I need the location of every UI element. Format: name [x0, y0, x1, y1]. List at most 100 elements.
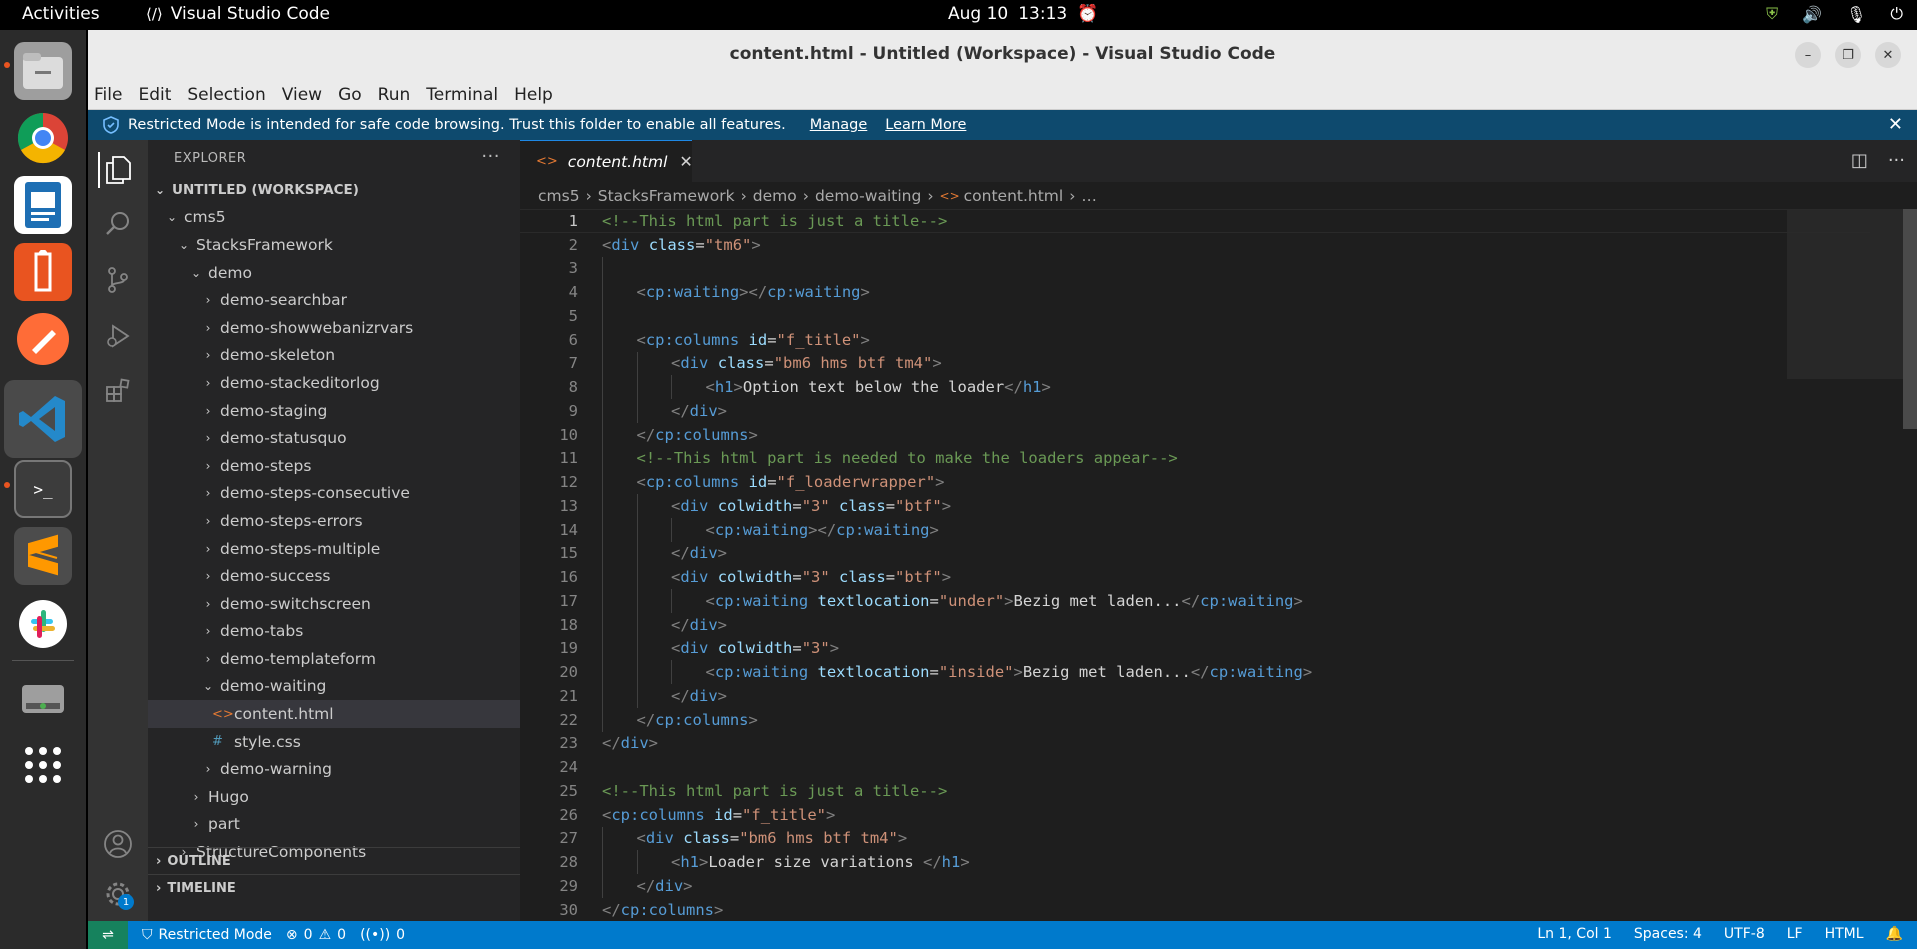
menu-run[interactable]: Run: [378, 85, 411, 105]
breadcrumb-item[interactable]: StacksFramework: [598, 187, 735, 205]
code-token: id: [748, 330, 768, 349]
minimize-button[interactable]: –: [1795, 42, 1821, 68]
code-text: </div>: [637, 877, 693, 895]
split-editor-icon[interactable]: ◫: [1851, 150, 1868, 171]
sublime-text-icon[interactable]: [14, 527, 72, 585]
indentation[interactable]: Spaces: 4: [1634, 926, 1702, 942]
folder-item[interactable]: › demo-success: [148, 562, 520, 590]
menu-view[interactable]: View: [282, 85, 322, 105]
chrome-app-icon[interactable]: [14, 109, 72, 167]
menu-help[interactable]: Help: [514, 85, 553, 105]
close-window-button[interactable]: ✕: [1875, 42, 1901, 68]
more-actions-icon[interactable]: ···: [481, 146, 500, 167]
run-debug-icon[interactable]: [100, 318, 136, 354]
breadcrumb-item[interactable]: content.html: [964, 187, 1064, 205]
outline-section[interactable]: › OUTLINE: [148, 847, 520, 874]
folder-item[interactable]: › demo-searchbar: [148, 286, 520, 314]
tab-content-html[interactable]: <> content.html ✕: [520, 140, 693, 182]
window-titlebar[interactable]: content.html - Untitled (Workspace) - Vi…: [88, 30, 1917, 80]
vscode-app-icon[interactable]: [4, 380, 82, 458]
code-token: <: [671, 496, 681, 515]
folder-item[interactable]: › demo-tabs: [148, 618, 520, 646]
ports-status[interactable]: ((•)) 0: [360, 927, 405, 943]
code-token: div: [680, 496, 709, 515]
folder-item[interactable]: › demo-templateform: [148, 645, 520, 673]
manage-link[interactable]: Manage: [810, 117, 868, 133]
folder-item[interactable]: › demo-skeleton: [148, 342, 520, 370]
breadcrumb-item[interactable]: cms5: [538, 187, 580, 205]
breadcrumb-item[interactable]: demo: [753, 187, 797, 205]
folder-item[interactable]: › demo-stackeditorlog: [148, 369, 520, 397]
folder-item[interactable]: ⌄ demo-waiting: [148, 673, 520, 701]
indent-guide: [602, 256, 603, 281]
slack-app-icon[interactable]: [14, 595, 72, 653]
app-menu[interactable]: ⟨/⟩ Visual Studio Code: [146, 4, 330, 24]
libreoffice-writer-icon[interactable]: [14, 176, 72, 234]
folder-item[interactable]: › demo-steps-errors: [148, 507, 520, 535]
timeline-section[interactable]: › TIMELINE: [148, 874, 520, 901]
language-mode[interactable]: HTML: [1825, 926, 1864, 942]
files-app-icon[interactable]: [14, 42, 72, 100]
end-of-line[interactable]: LF: [1787, 926, 1803, 942]
folder-item[interactable]: › demo-showwebanizrvars: [148, 314, 520, 342]
accounts-icon[interactable]: [100, 826, 136, 862]
breadcrumb-item[interactable]: demo-waiting: [815, 187, 921, 205]
show-applications-icon[interactable]: [14, 736, 72, 794]
menu-go[interactable]: Go: [338, 85, 362, 105]
breadcrumb-item[interactable]: …: [1081, 187, 1097, 205]
terminal-app-icon[interactable]: >_: [14, 460, 72, 518]
activities-button[interactable]: Activities: [22, 4, 100, 24]
folder-item[interactable]: › demo-steps-multiple: [148, 535, 520, 563]
postman-app-icon[interactable]: [14, 310, 72, 368]
folder-item[interactable]: › demo-steps: [148, 452, 520, 480]
folder-item[interactable]: › demo-warning: [148, 755, 520, 783]
menu-file[interactable]: File: [94, 85, 122, 105]
folder-item[interactable]: ⌄ StacksFramework: [148, 231, 520, 259]
folder-item[interactable]: › demo-statusquo: [148, 424, 520, 452]
restore-button[interactable]: ❐: [1835, 42, 1861, 68]
folder-item[interactable]: › part: [148, 811, 520, 839]
menu-selection[interactable]: Selection: [187, 85, 265, 105]
menu-edit[interactable]: Edit: [138, 85, 171, 105]
workspace-root[interactable]: ⌄ UNTITLED (WORKSPACE): [148, 176, 520, 204]
code-token: </: [671, 615, 690, 634]
file-item[interactable]: <> content.html: [148, 700, 520, 728]
code-token: <: [636, 829, 646, 848]
editor-scrollbar[interactable]: [1903, 209, 1917, 429]
banner-close-icon[interactable]: ✕: [1888, 114, 1903, 135]
folder-item[interactable]: ⌄ cms5: [148, 204, 520, 232]
close-tab-icon[interactable]: ✕: [679, 152, 692, 171]
encoding[interactable]: UTF-8: [1724, 926, 1765, 942]
folder-item[interactable]: › demo-steps-consecutive: [148, 480, 520, 508]
chevron-right-icon: ›: [205, 762, 211, 777]
more-editor-actions-icon[interactable]: ···: [1888, 150, 1905, 171]
folder-item[interactable]: ⌄ demo: [148, 259, 520, 287]
extensions-icon[interactable]: [100, 372, 136, 408]
indent-guide: [602, 541, 603, 566]
problems-status[interactable]: ⊗ 0 ⚠ 0: [286, 927, 346, 943]
settings-gear-icon[interactable]: 1: [100, 876, 136, 912]
code-editor[interactable]: 1 <!--This html part is just a title--> 2 <…: [520, 209, 1870, 922]
folder-item[interactable]: › Hugo: [148, 783, 520, 811]
system-tray[interactable]: ⛨ 🔊 🎙 ⏻: [1766, 4, 1903, 24]
source-control-icon[interactable]: [100, 262, 136, 298]
search-icon[interactable]: [100, 206, 136, 242]
restricted-mode-status[interactable]: ⛉ Restricted Mode: [142, 927, 272, 943]
clock[interactable]: Aug 10 13:13 ⏰: [948, 4, 1098, 24]
software-center-icon[interactable]: [14, 243, 72, 301]
folder-item[interactable]: › demo-switchscreen: [148, 590, 520, 618]
file-item[interactable]: # style.css: [148, 728, 520, 756]
folder-item[interactable]: › demo-staging: [148, 397, 520, 425]
code-token: >: [941, 496, 952, 515]
removable-drive-icon[interactable]: [14, 670, 72, 728]
explorer-icon[interactable]: [98, 152, 134, 188]
minimap[interactable]: [1787, 209, 1903, 379]
remote-indicator-icon[interactable]: ⇌: [88, 921, 128, 949]
learn-more-link[interactable]: Learn More: [885, 117, 966, 133]
menu-terminal[interactable]: Terminal: [426, 85, 498, 105]
code-line: 8 <h1>Option text below the loader</h1>: [520, 375, 1870, 399]
cursor-position[interactable]: Ln 1, Col 1: [1537, 926, 1612, 942]
notifications-bell-icon[interactable]: 🔔: [1886, 926, 1903, 942]
code-token: "btf": [895, 496, 942, 515]
tree-item-label: demo-switchscreen: [220, 594, 371, 613]
